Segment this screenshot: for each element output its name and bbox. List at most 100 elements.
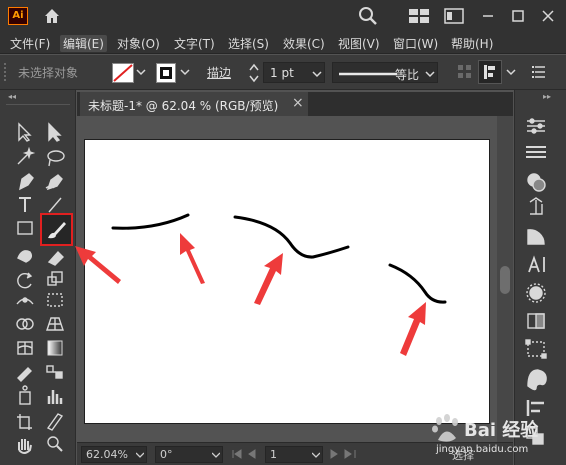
- appearance-panel-icon[interactable]: [526, 283, 546, 303]
- menu-view[interactable]: 视图(V): [338, 35, 380, 52]
- brush-stroke-2[interactable]: [233, 215, 350, 259]
- slice-tool-icon[interactable]: [46, 413, 64, 431]
- line-segment-tool-icon[interactable]: [48, 197, 62, 213]
- collapse-icon[interactable]: ◂◂: [8, 92, 16, 101]
- artboard[interactable]: [84, 139, 490, 424]
- fill-swatch[interactable]: [112, 63, 134, 83]
- eraser-tool-icon[interactable]: [47, 250, 64, 266]
- align-icon[interactable]: [478, 60, 502, 84]
- rectangle-tool-icon[interactable]: [17, 221, 33, 235]
- scale-tool-icon[interactable]: [47, 271, 63, 286]
- brush-stroke-1[interactable]: [111, 213, 190, 230]
- first-previous-artboard-icons[interactable]: [231, 448, 265, 460]
- chevron-down-icon[interactable]: [506, 67, 516, 77]
- rotation-field[interactable]: 0°: [155, 446, 223, 463]
- minimize-button[interactable]: [478, 6, 498, 26]
- symbol-sprayer-tool-icon[interactable]: [19, 385, 31, 405]
- home-icon[interactable]: [42, 7, 62, 25]
- swatches-panel-icon[interactable]: [527, 369, 547, 391]
- selection-status: 未选择对象: [18, 66, 79, 80]
- vertical-scrollbar[interactable]: [497, 116, 513, 442]
- artboard-number: 1: [270, 448, 277, 461]
- curvature-tool-icon[interactable]: [45, 174, 63, 191]
- magic-wand-tool-icon[interactable]: [17, 146, 36, 165]
- menu-window[interactable]: 窗口(W): [393, 35, 438, 52]
- menu-effect[interactable]: 效果(C): [283, 35, 325, 52]
- menu-file[interactable]: 文件(F): [10, 35, 50, 52]
- close-window-button[interactable]: [538, 6, 558, 26]
- type-tool-icon[interactable]: [19, 197, 31, 212]
- menu-edit[interactable]: 编辑(E): [60, 35, 107, 52]
- workspace-switcher-icon[interactable]: [444, 8, 464, 24]
- character-panel-icon[interactable]: [528, 255, 545, 273]
- watermark-url: jingyan.baidu.com: [436, 444, 529, 455]
- rotation-value: 0°: [160, 448, 173, 461]
- shape-builder-tool-icon[interactable]: [16, 318, 34, 330]
- stroke-swatch[interactable]: [156, 63, 176, 83]
- tools-icons: [16, 122, 73, 454]
- panel-header-bar: [6, 104, 70, 110]
- menu-object[interactable]: 对象(O): [117, 35, 160, 52]
- collapse-icon[interactable]: ▸▸: [543, 92, 551, 101]
- menu-bar: 文件(F) 编辑(E) 对象(O) 文字(T) 选择(S) 效果(C) 视图(V…: [0, 32, 566, 54]
- document-tab[interactable]: 未标题-1* @ 62.04 % (RGB/预览) ×: [80, 92, 308, 116]
- artboard-number-field[interactable]: 1: [265, 446, 323, 463]
- baidu-watermark: Bai 经验 jingyan.baidu.com: [430, 410, 562, 464]
- artboard-tool-icon[interactable]: [17, 414, 32, 430]
- arrange-documents-icon[interactable]: [408, 8, 430, 24]
- chevron-down-icon[interactable]: [136, 67, 146, 77]
- baidu-paw-logo: [432, 414, 458, 442]
- menu-type[interactable]: 文字(T): [174, 35, 215, 52]
- shaper-tool-icon[interactable]: [17, 250, 33, 263]
- chevron-down-icon[interactable]: [180, 67, 190, 77]
- transparency-panel-icon[interactable]: [527, 313, 545, 329]
- direct-selection-tool-icon[interactable]: [48, 122, 62, 142]
- brush-stroke-3[interactable]: [388, 263, 447, 304]
- mesh-tool-icon[interactable]: [17, 341, 33, 355]
- watermark-text: Bai 经验: [464, 420, 539, 441]
- gradient-panel-icon[interactable]: [527, 229, 545, 245]
- perspective-grid-tool-icon[interactable]: [46, 317, 64, 331]
- maximize-button[interactable]: [508, 6, 528, 26]
- properties-panel-icon[interactable]: [527, 118, 545, 134]
- transform-panel-icon[interactable]: [525, 339, 547, 359]
- symbols-panel-icon[interactable]: [529, 197, 543, 215]
- document-tab-title: 未标题-1* @ 62.04 % (RGB/预览): [88, 99, 279, 113]
- free-transform-tool-icon[interactable]: [47, 293, 63, 307]
- menu-select[interactable]: 选择(S): [228, 35, 269, 52]
- ai-logo: Ai: [8, 7, 28, 25]
- menu-help[interactable]: 帮助(H): [451, 35, 493, 52]
- artwork: [111, 213, 447, 304]
- column-graph-tool-icon[interactable]: [47, 390, 63, 404]
- layers-panel-icon[interactable]: [526, 146, 546, 158]
- panel-grip-icon: [4, 63, 8, 81]
- rotate-tool-icon[interactable]: [17, 272, 33, 289]
- lasso-tool-icon[interactable]: [47, 150, 65, 167]
- blend-tool-icon[interactable]: [46, 365, 63, 379]
- title-bar: Ai: [0, 0, 566, 32]
- grid-icon[interactable]: [458, 65, 472, 79]
- color-panel-icon[interactable]: [527, 173, 546, 192]
- panel-menu-icon[interactable]: [532, 65, 546, 79]
- stroke-profile-dropdown[interactable]: 等比: [332, 62, 438, 83]
- width-tool-icon[interactable]: [16, 297, 34, 305]
- stroke-stepper-icon[interactable]: [248, 62, 260, 84]
- pen-tool-icon[interactable]: [19, 173, 34, 191]
- close-tab-icon[interactable]: ×: [292, 95, 304, 111]
- eyedropper-tool-icon[interactable]: [17, 367, 32, 382]
- search-icon[interactable]: [358, 6, 378, 26]
- hand-tool-icon[interactable]: [18, 439, 32, 454]
- zoom-tool-icon[interactable]: [47, 436, 63, 452]
- next-last-artboard-icons[interactable]: [329, 448, 363, 460]
- stroke-profile-label: 等比: [395, 68, 420, 82]
- stroke-weight-value: 1 pt: [270, 66, 294, 80]
- selection-tool-icon[interactable]: [18, 122, 32, 142]
- zoom-field[interactable]: 62.04%: [81, 446, 147, 463]
- scroll-thumb[interactable]: [500, 266, 510, 294]
- zoom-value: 62.04%: [86, 448, 128, 461]
- stroke-label[interactable]: 描边: [207, 64, 231, 81]
- stroke-weight-field[interactable]: 1 pt: [263, 62, 325, 83]
- paintbrush-tool-highlight[interactable]: [40, 213, 73, 246]
- gradient-tool-icon[interactable]: [47, 340, 63, 356]
- control-bar: 未选择对象 描边 1 pt 等比: [0, 55, 566, 90]
